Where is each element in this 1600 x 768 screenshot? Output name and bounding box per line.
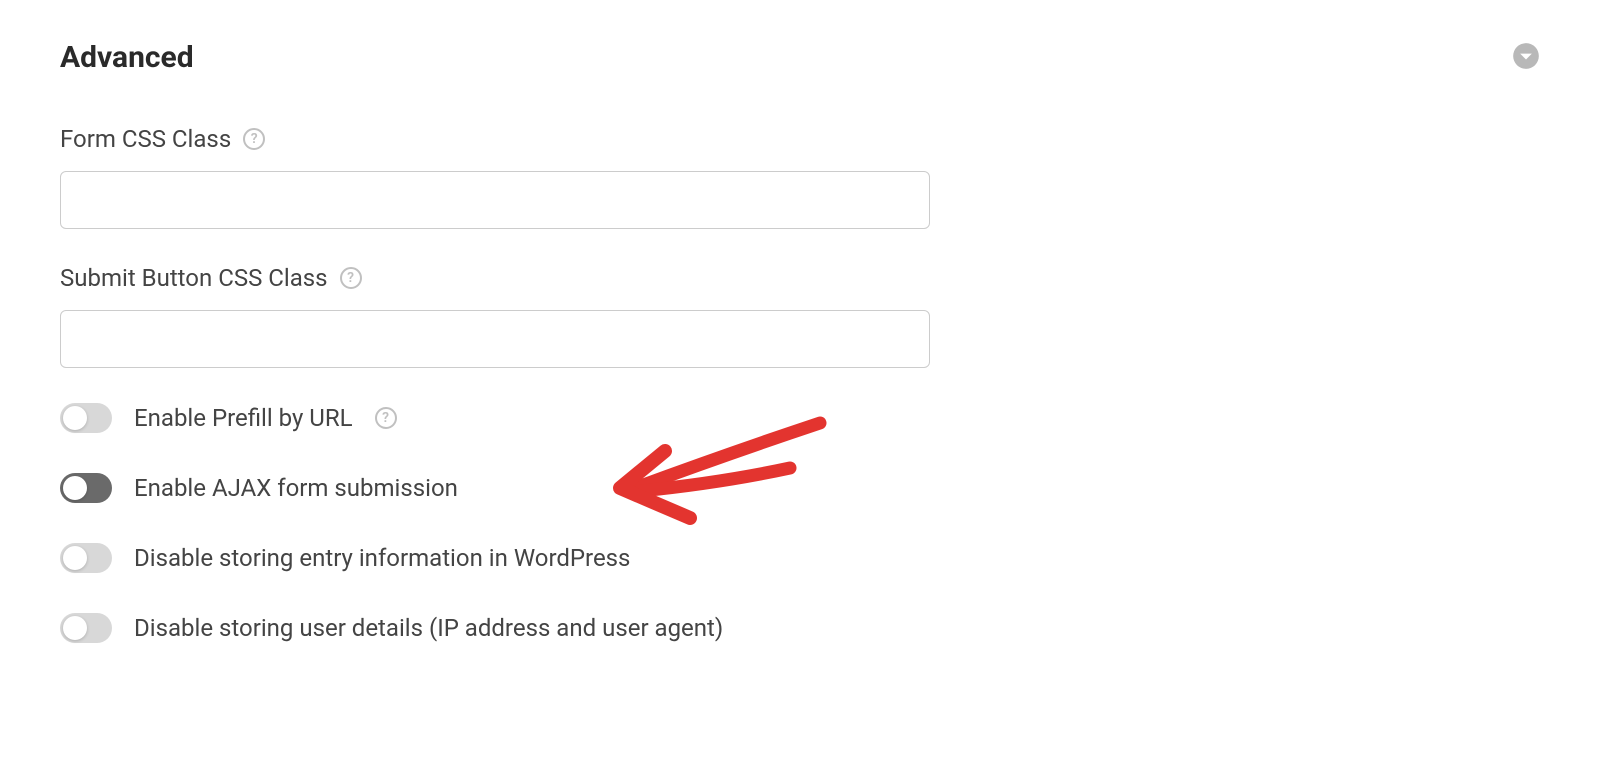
arrow-annotation bbox=[590, 413, 850, 553]
prefill-by-url-toggle[interactable] bbox=[60, 403, 112, 433]
disable-storing-entry-label: Disable storing entry information in Wor… bbox=[134, 544, 630, 572]
collapse-icon[interactable] bbox=[1512, 42, 1540, 74]
ajax-submission-toggle[interactable] bbox=[60, 473, 112, 503]
help-icon[interactable]: ? bbox=[243, 128, 265, 150]
form-css-class-label: Form CSS Class bbox=[60, 125, 231, 153]
ajax-submission-label: Enable AJAX form submission bbox=[134, 474, 458, 502]
section-title: Advanced bbox=[60, 40, 194, 75]
submit-button-css-class-label: Submit Button CSS Class bbox=[60, 264, 328, 292]
toggle-knob bbox=[63, 616, 87, 640]
disable-storing-user-label: Disable storing user details (IP address… bbox=[134, 614, 723, 642]
toggle-knob bbox=[63, 546, 87, 570]
help-icon[interactable]: ? bbox=[340, 267, 362, 289]
toggle-knob bbox=[63, 476, 87, 500]
toggle-knob bbox=[63, 406, 87, 430]
form-css-class-input[interactable] bbox=[60, 171, 930, 229]
submit-button-css-class-input[interactable] bbox=[60, 310, 930, 368]
disable-storing-entry-toggle[interactable] bbox=[60, 543, 112, 573]
prefill-by-url-label: Enable Prefill by URL bbox=[134, 404, 353, 432]
disable-storing-user-toggle[interactable] bbox=[60, 613, 112, 643]
help-icon[interactable]: ? bbox=[375, 407, 397, 429]
